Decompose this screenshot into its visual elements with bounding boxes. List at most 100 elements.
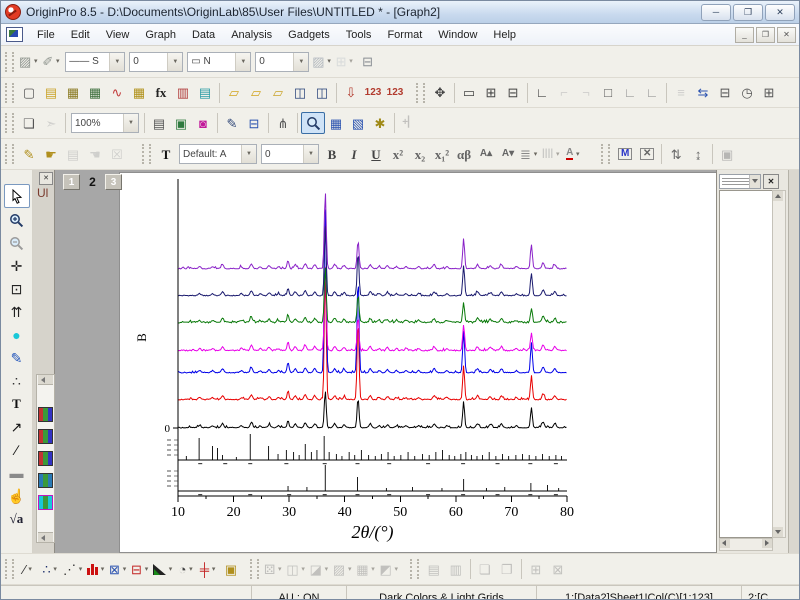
slide-show-button[interactable]: ▣ <box>170 113 192 133</box>
graph-icon[interactable] <box>38 495 53 510</box>
new-workbook-button[interactable]: ▦ <box>62 83 84 103</box>
scroll-down-icon[interactable] <box>773 527 783 537</box>
italic-button[interactable]: I <box>343 144 365 164</box>
import-single-ascii-button[interactable]: 123 <box>362 83 384 103</box>
pointer-tool[interactable] <box>3 184 30 208</box>
project-explorer-toggle-button[interactable]: ⋔ <box>272 113 294 133</box>
merge-cells-button[interactable]: ⊟ <box>357 52 379 72</box>
rescale-to-show-all-button[interactable]: ✥ <box>429 83 451 103</box>
layer-properties-button[interactable]: ⊞ <box>758 83 780 103</box>
new-matrix-button[interactable]: ▦ <box>84 83 106 103</box>
new-graph-window-button[interactable]: ▣ <box>220 559 242 579</box>
folder-select[interactable] <box>719 173 761 189</box>
layer-button-1[interactable]: 1 <box>63 174 80 190</box>
line-symbol-plot-dropdown[interactable]: ▾ <box>76 566 85 573</box>
menu-item-view[interactable]: View <box>98 27 138 43</box>
chevron-down-icon[interactable]: ▼ <box>303 145 318 163</box>
polar-plot-button[interactable]: ◔ ▾ <box>176 559 198 579</box>
3d-ribbon-plot-dropdown[interactable]: ▾ <box>299 566 308 573</box>
border-style-combo[interactable]: ▭ N ▼ <box>187 51 252 72</box>
contour-plot-dropdown[interactable]: ▾ <box>392 566 401 573</box>
layer-grid-button[interactable]: ⊞ <box>480 83 502 103</box>
import-multiple-ascii-button[interactable]: 123 <box>384 83 406 103</box>
text-tool[interactable]: T <box>5 393 29 415</box>
scroll-left-icon[interactable] <box>38 375 53 385</box>
line-symbol-plot-button[interactable]: ⋰ ▾ <box>62 559 86 579</box>
draw-data-tool[interactable]: ✎ <box>5 347 29 369</box>
toolbar-grip[interactable] <box>5 144 14 164</box>
import-wizard-button[interactable]: ⇩ <box>340 83 362 103</box>
scroll-left-icon[interactable] <box>38 532 53 542</box>
scroll-right-icon[interactable] <box>762 539 772 548</box>
vertical-scrollbar[interactable] <box>772 190 786 538</box>
arrow-tool[interactable]: ↗ <box>5 416 29 438</box>
close-button[interactable]: ✕ <box>765 3 795 21</box>
layer-button-2[interactable]: 2 <box>84 174 101 190</box>
toolbar-grip[interactable] <box>409 559 419 579</box>
underline-button[interactable]: U <box>365 144 387 164</box>
axes-corner-button[interactable]: ∟ <box>619 83 641 103</box>
horizontal-scrollbar[interactable] <box>719 538 773 551</box>
toolbar-grip[interactable] <box>250 559 259 579</box>
scroll-left-icon[interactable] <box>720 539 730 548</box>
line-plot-dropdown[interactable]: ▾ <box>26 566 35 573</box>
new-folder-button[interactable]: ▤ <box>40 83 62 103</box>
date-time-stamp-button[interactable]: ◷ <box>736 83 758 103</box>
menu-item-file[interactable]: File <box>29 27 63 43</box>
workbook-icon[interactable] <box>38 451 53 466</box>
superscript-button[interactable]: x² <box>387 144 409 164</box>
layer-button-3[interactable]: 3 <box>105 174 122 190</box>
color-scale-button[interactable]: ⊟ <box>714 83 736 103</box>
toolbar-grip[interactable] <box>601 144 611 164</box>
font-color-button[interactable]: A ▾ <box>563 144 585 164</box>
pan-tool[interactable]: ☝ <box>5 485 29 507</box>
layer-grid-alt-button[interactable]: ⊟ <box>502 83 524 103</box>
grid-border-dropdown[interactable]: ▾ <box>347 58 356 65</box>
alignment-dropdown[interactable]: ▾ <box>531 151 540 158</box>
fill-pattern-button[interactable]: ▨ ▾ <box>311 52 334 72</box>
alignment-button[interactable]: ≣ ▾ <box>519 144 541 164</box>
3d-scatter-plot-dropdown[interactable]: ▾ <box>275 566 284 573</box>
menu-item-format[interactable]: Format <box>379 27 430 43</box>
scroll-up-icon[interactable] <box>773 191 783 201</box>
chevron-down-icon[interactable]: ▼ <box>293 52 309 71</box>
line-style-combo[interactable]: —— S ▼ <box>65 51 126 72</box>
chevron-down-icon[interactable]: ▼ <box>109 52 125 71</box>
menu-item-graph[interactable]: Graph <box>137 27 184 43</box>
save-project-button[interactable]: ◫ <box>289 83 311 103</box>
annotation-tool[interactable]: ⊡ <box>5 278 29 300</box>
border-width-combo[interactable]: 0 ▼ <box>255 51 310 72</box>
increase-spacing-button[interactable]: ⇅ <box>665 144 687 164</box>
line-color-button[interactable]: ✐ ▾ <box>41 52 63 72</box>
distribute-dropdown[interactable]: ▾ <box>553 151 562 158</box>
toolbar-grip[interactable] <box>5 559 14 579</box>
stock-plot-dropdown[interactable]: ▾ <box>209 566 218 573</box>
mdi-restore-button[interactable]: ❐ <box>756 26 775 43</box>
toolbar-grip[interactable] <box>5 51 14 72</box>
new-notes-button[interactable]: ▤ <box>194 83 216 103</box>
chevron-down-icon[interactable]: ▼ <box>123 114 138 132</box>
print-button[interactable]: ▤ <box>148 113 170 133</box>
rectangle-tool[interactable]: ▬ <box>5 462 29 484</box>
decrease-spacing-button[interactable]: ↨ <box>687 144 709 164</box>
fill-color-dropdown[interactable]: ▾ <box>31 58 40 65</box>
new-function-plot-button[interactable]: fx <box>150 83 172 103</box>
chevron-down-icon[interactable]: ▼ <box>235 52 251 71</box>
chevron-down-icon[interactable]: ▼ <box>241 145 256 163</box>
super-subscript-button[interactable]: x₁² <box>431 144 453 164</box>
toolbar-grip[interactable] <box>5 113 14 133</box>
split-view-button[interactable]: ⊟ <box>243 113 265 133</box>
line-plot-button[interactable]: ∕ ▾ <box>18 559 40 579</box>
menu-item-window[interactable]: Window <box>430 27 485 43</box>
minimize-button[interactable]: ─ <box>701 3 731 21</box>
scatter-plot-button[interactable]: ∴ ▾ <box>40 559 62 579</box>
fill-color-button[interactable]: ▨ ▾ <box>18 52 41 72</box>
chevron-down-icon[interactable]: ▼ <box>167 52 183 71</box>
axes-left-bottom-button[interactable]: ∟ <box>531 83 553 103</box>
font-name-combo[interactable]: Default: A ▼ <box>179 144 257 164</box>
template-plot-dropdown[interactable]: ▾ <box>120 566 129 573</box>
data-selector-tool[interactable]: ⇈ <box>5 301 29 323</box>
scatter-plot-dropdown[interactable]: ▾ <box>51 566 60 573</box>
increase-font-button[interactable]: A▴ <box>475 144 497 164</box>
area-plot-button[interactable]: ▾ <box>152 559 176 579</box>
